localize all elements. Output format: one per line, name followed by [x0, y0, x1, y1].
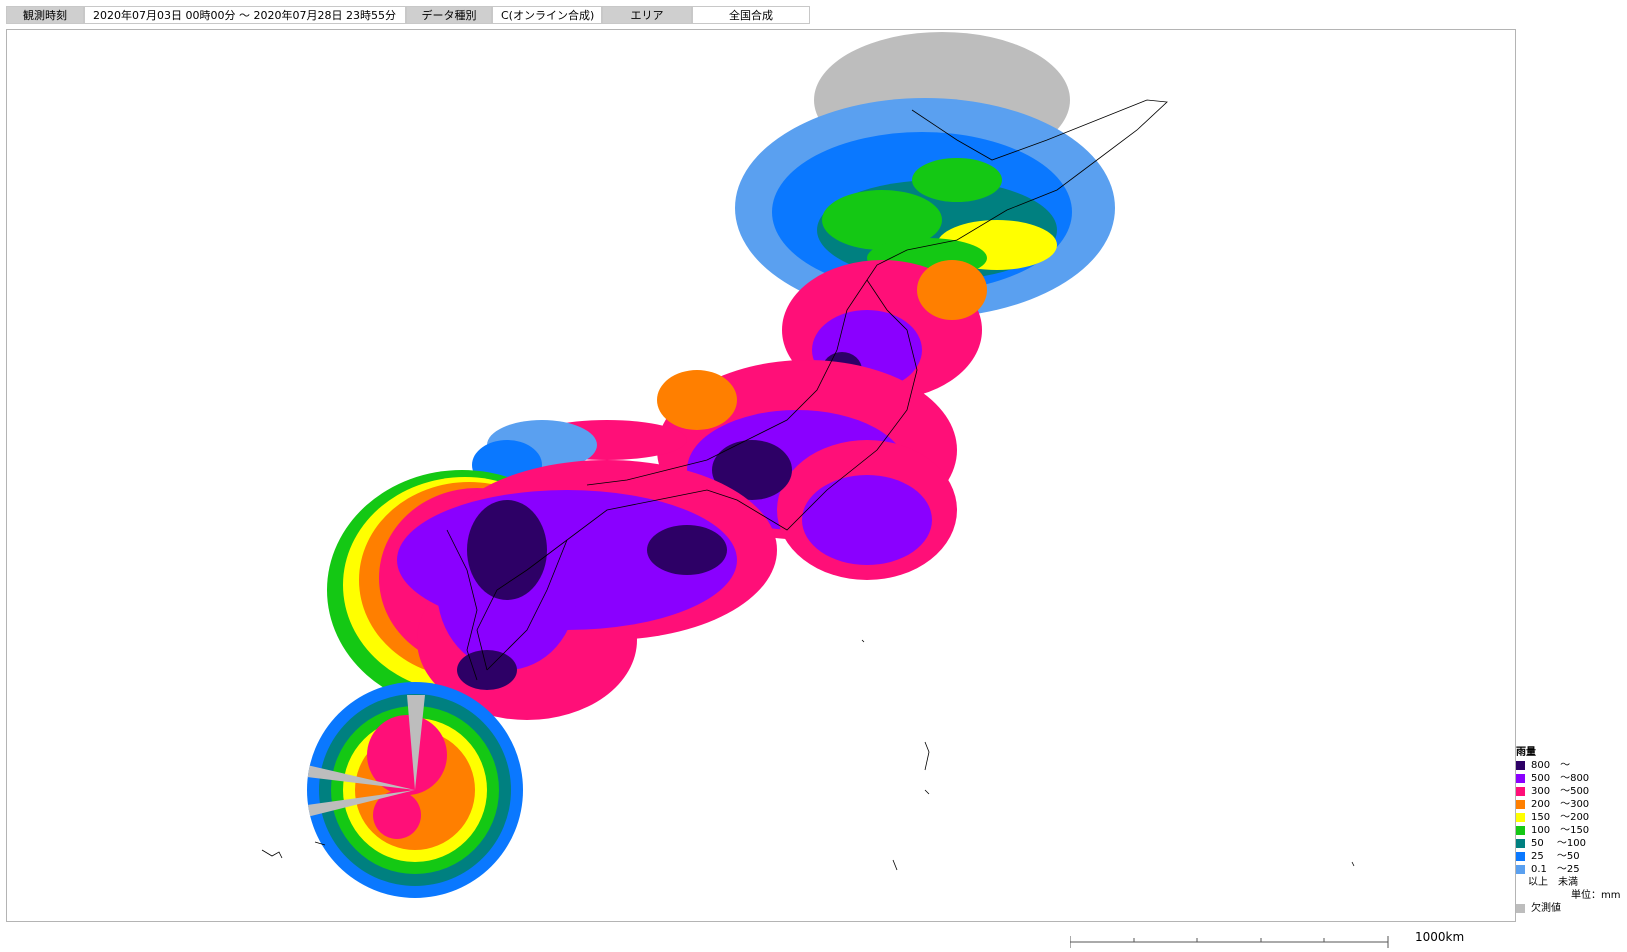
legend-item: 25 ～50: [1516, 850, 1622, 863]
area-label: エリア: [602, 6, 692, 24]
legend-item: 0.1 ～25: [1516, 863, 1622, 876]
legend-item-label: 200 ～300: [1531, 799, 1590, 810]
legend-swatch: [1516, 826, 1525, 835]
legend-swatch: [1516, 761, 1525, 770]
legend-item-label: 500 ～800: [1531, 773, 1590, 784]
legend-item-label: 50 ～100: [1531, 838, 1586, 849]
kyushu-radar-region: [327, 460, 777, 720]
rainfall-legend: 雨量 800 ～ 500 ～800 300 ～500 200 ～300 150 ～200…: [1516, 746, 1622, 915]
legend-swatch: [1516, 904, 1525, 913]
legend-unit: 単位：mm: [1571, 890, 1621, 901]
legend-swatch: [1516, 813, 1525, 822]
legend-item: 800 ～: [1516, 759, 1622, 772]
legend-item-label: 100 ～150: [1531, 825, 1590, 836]
legend-swatch: [1516, 852, 1525, 861]
legend-swatch: [1516, 800, 1525, 809]
data-type-value: C(オンライン合成): [492, 6, 602, 24]
legend-item: 150 ～200: [1516, 811, 1622, 824]
radar-composite-svg: [261, 32, 1355, 898]
legend-item: 300 ～500: [1516, 785, 1622, 798]
legend-item-label: 欠測値: [1531, 903, 1561, 914]
scale-bar: [1070, 936, 1389, 948]
legend-range-caption: 以上 未満: [1528, 877, 1578, 888]
legend-swatch: [1516, 839, 1525, 848]
legend-item: 500 ～800: [1516, 772, 1622, 785]
legend-swatch: [1516, 774, 1525, 783]
legend-item: 200 ～300: [1516, 798, 1622, 811]
obs-time-label: 観測時刻: [6, 6, 84, 24]
legend-swatch: [1516, 787, 1525, 796]
okinawa-radar-region: [307, 682, 523, 898]
legend-item-missing: 欠測値: [1516, 902, 1622, 915]
legend-swatch: [1516, 865, 1525, 874]
data-type-label: データ種別: [406, 6, 492, 24]
rainfall-map[interactable]: [6, 29, 1516, 922]
scale-label: 1000km: [1415, 930, 1465, 944]
legend-item: 100 ～150: [1516, 824, 1622, 837]
area-value: 全国合成: [692, 6, 810, 24]
legend-item: 50 ～100: [1516, 837, 1622, 850]
obs-time-value: 2020年07月03日 00時00分 ～ 2020年07月28日 23時55分: [84, 6, 406, 24]
legend-item-label: 800 ～: [1531, 760, 1571, 771]
legend-title: 雨量: [1516, 747, 1536, 758]
legend-item-label: 150 ～200: [1531, 812, 1590, 823]
header-bar: 観測時刻 2020年07月03日 00時00分 ～ 2020年07月28日 23…: [6, 6, 810, 24]
legend-item-label: 0.1 ～25: [1531, 864, 1580, 875]
legend-items: 800 ～ 500 ～800 300 ～500 200 ～300 150 ～200 100…: [1516, 759, 1622, 876]
legend-item-label: 300 ～500: [1531, 786, 1590, 797]
legend-item-label: 25 ～50: [1531, 851, 1580, 862]
